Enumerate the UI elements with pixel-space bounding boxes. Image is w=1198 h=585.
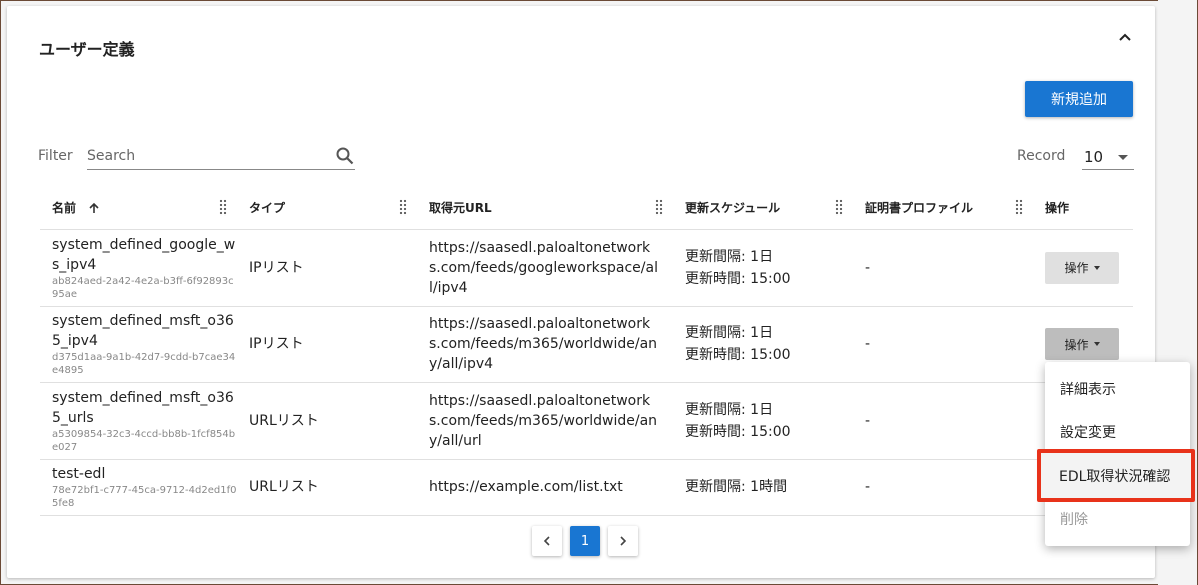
search-icon[interactable] xyxy=(335,146,355,166)
schedule-interval: 更新間隔: 1時間 xyxy=(685,479,788,495)
cell-type: URLリスト xyxy=(237,459,417,516)
edl-id: 78e72bf1-c777-45ca-9712-4d2ed1f05fe8 xyxy=(52,485,237,509)
column-resize-handle[interactable] xyxy=(219,199,227,216)
cell-action: 操作 xyxy=(1033,229,1133,307)
cell-url: https://saasedl.paloaltonetworks.com/fee… xyxy=(417,382,673,460)
pagination: 1 xyxy=(532,526,638,556)
col-header-label: 更新スケジュール xyxy=(685,200,781,215)
cell-name: system_defined_google_ws_ipv4 ab824aed-2… xyxy=(40,229,237,307)
edl-name: system_defined_msft_o365_ipv4 xyxy=(52,313,234,349)
col-header-action: 操作 xyxy=(1033,186,1133,230)
edl-name: system_defined_google_ws_ipv4 xyxy=(52,236,236,273)
cell-schedule: 更新間隔: 1日 更新時間: 15:00 xyxy=(673,382,853,460)
table-row: system_defined_msft_o365_ipv4 d375d1aa-9… xyxy=(40,306,1133,383)
action-dropdown-button[interactable]: 操作 xyxy=(1045,328,1119,360)
cell-url: https://example.com/list.txt xyxy=(417,459,673,516)
table-row: test-edl 78e72bf1-c777-45ca-9712-4d2ed1f… xyxy=(40,459,1133,516)
table-header-row: 名前 タイプ 取得元URL 更新スケジュール 証明書プロファイル 操作 xyxy=(40,186,1133,230)
schedule-time: 更新時間: 15:00 xyxy=(685,423,791,440)
chevron-left-icon xyxy=(543,536,550,546)
cell-name: test-edl 78e72bf1-c777-45ca-9712-4d2ed1f… xyxy=(40,459,237,516)
col-header-name[interactable]: 名前 xyxy=(40,186,237,230)
col-header-label: タイプ xyxy=(249,200,286,215)
next-page-button[interactable] xyxy=(608,526,638,556)
col-header-label: 操作 xyxy=(1045,200,1070,215)
caret-down-icon xyxy=(1093,265,1100,270)
edl-name: system_defined_msft_o365_urls xyxy=(52,389,234,426)
table-row: system_defined_msft_o365_urls a5309854-3… xyxy=(40,382,1133,460)
cell-cert: - xyxy=(853,382,1033,460)
schedule-interval: 更新間隔: 1日 xyxy=(685,248,774,265)
edl-table: 名前 タイプ 取得元URL 更新スケジュール 証明書プロファイル 操作 syst… xyxy=(40,186,1133,516)
search-input[interactable] xyxy=(87,144,327,168)
chevron-right-icon xyxy=(620,536,627,546)
menu-item-edl-status[interactable]: EDL取得状況確認 xyxy=(1037,449,1195,502)
cell-cert: - xyxy=(853,306,1033,383)
filter-label: Filter xyxy=(38,148,73,164)
edl-id: d375d1aa-9a1b-42d7-9cdd-b7cae34e4895 xyxy=(52,352,236,376)
record-value: 10 xyxy=(1084,147,1104,166)
menu-item-details[interactable]: 詳細表示 xyxy=(1045,369,1190,409)
action-label: 操作 xyxy=(1064,261,1089,275)
menu-item-delete[interactable]: 削除 xyxy=(1045,499,1190,539)
col-header-type[interactable]: タイプ xyxy=(237,186,417,230)
record-select[interactable]: 10 xyxy=(1082,144,1134,170)
schedule-time: 更新時間: 15:00 xyxy=(685,347,791,363)
column-resize-handle[interactable] xyxy=(399,199,407,216)
cell-name: system_defined_msft_o365_urls a5309854-3… xyxy=(40,382,237,460)
schedule-interval: 更新間隔: 1日 xyxy=(685,325,774,341)
col-header-schedule[interactable]: 更新スケジュール xyxy=(673,186,853,230)
col-header-cert[interactable]: 証明書プロファイル xyxy=(853,186,1033,230)
cell-type: URLリスト xyxy=(237,382,417,460)
cell-schedule: 更新間隔: 1日 更新時間: 15:00 xyxy=(673,229,853,307)
user-defined-card: ユーザー定義 新規追加 Filter Record 10 名前 xyxy=(7,6,1155,578)
cell-name: system_defined_msft_o365_ipv4 d375d1aa-9… xyxy=(40,306,237,383)
action-dropdown-button[interactable]: 操作 xyxy=(1045,251,1119,284)
card-title: ユーザー定義 xyxy=(39,40,135,59)
col-header-label: 名前 xyxy=(52,200,77,215)
edl-id: ab824aed-2a42-4e2a-b3ff-6f92893c95ae xyxy=(52,275,234,300)
cell-schedule: 更新間隔: 1日 更新時間: 15:00 xyxy=(673,306,853,383)
sort-ascending-icon[interactable] xyxy=(88,202,100,214)
record-label: Record xyxy=(1017,148,1066,164)
prev-page-button[interactable] xyxy=(532,526,562,556)
cell-url: https://saasedl.paloaltonetworks.com/fee… xyxy=(417,229,673,307)
cell-cert: - xyxy=(853,229,1033,307)
add-new-button[interactable]: 新規追加 xyxy=(1025,81,1133,117)
menu-item-edit-settings[interactable]: 設定変更 xyxy=(1045,412,1190,452)
column-resize-handle[interactable] xyxy=(835,199,843,216)
column-resize-handle[interactable] xyxy=(655,199,663,216)
caret-down-icon xyxy=(1118,155,1128,160)
col-header-label: 取得元URL xyxy=(429,200,492,215)
cell-type: IPリスト xyxy=(237,306,417,383)
caret-down-icon xyxy=(1093,342,1100,346)
col-header-url[interactable]: 取得元URL xyxy=(417,186,673,230)
cell-cert: - xyxy=(853,459,1033,516)
table-row: system_defined_google_ws_ipv4 ab824aed-2… xyxy=(40,229,1133,307)
chevron-up-icon[interactable] xyxy=(1115,28,1135,48)
action-label: 操作 xyxy=(1064,337,1089,352)
cell-schedule: 更新間隔: 1時間 xyxy=(673,459,853,516)
col-header-label: 証明書プロファイル xyxy=(865,200,974,215)
cell-type: IPリスト xyxy=(237,229,417,307)
column-resize-handle[interactable] xyxy=(1015,199,1023,216)
edl-name: test-edl xyxy=(52,466,106,482)
edl-id: a5309854-32c3-4ccd-bb8b-1fcf854be027 xyxy=(52,428,236,453)
cell-url: https://saasedl.paloaltonetworks.com/fee… xyxy=(417,306,673,383)
schedule-time: 更新時間: 15:00 xyxy=(685,270,791,287)
schedule-interval: 更新間隔: 1日 xyxy=(685,401,774,418)
page-button-current[interactable]: 1 xyxy=(570,526,600,556)
search-field xyxy=(87,144,355,170)
